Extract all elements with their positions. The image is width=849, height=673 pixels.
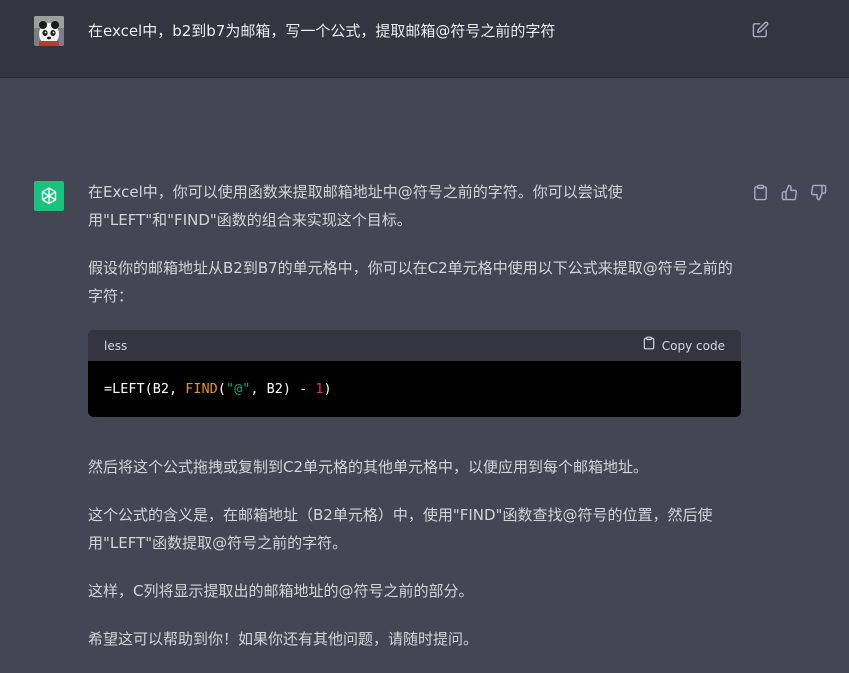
paragraph: 这个公式的含义是，在邮箱地址（B2单元格）中，使用"FIND"函数查找@符号的位…: [88, 506, 713, 552]
code-token-string: "@": [225, 381, 251, 397]
clipboard-icon[interactable]: [752, 184, 769, 201]
assistant-message-row: 在Excel中，你可以使用函数来提取邮箱地址中@符号之前的字符。你可以尝试使用"…: [0, 78, 849, 648]
code-header: less Copy code: [88, 330, 741, 361]
paragraph: 在Excel中，你可以使用函数来提取邮箱地址中@符号之前的字符。你可以尝试使用"…: [88, 183, 623, 229]
message-actions: [752, 184, 827, 201]
user-avatar: [34, 16, 64, 46]
paragraph: 希望这可以帮助到你！如果你还有其他问题，请随时提问。: [88, 630, 479, 648]
paragraph: 这样，C列将显示提取出的邮箱地址的@符号之前的部分。: [88, 582, 474, 600]
thumbs-up-icon[interactable]: [781, 184, 798, 201]
code-content: =LEFT(B2, FIND("@", B2) - 1): [88, 361, 741, 417]
paragraph: 然后将这个公式拖拽或复制到C2单元格的其他单元格中，以便应用到每个邮箱地址。: [88, 458, 649, 476]
code-token-function: FIND: [185, 381, 218, 397]
user-message-row: 在excel中，b2到b7为邮箱，写一个公式，提取邮箱@符号之前的字符: [0, 0, 849, 78]
openai-logo-icon: [34, 181, 64, 211]
copy-code-label: Copy code: [661, 338, 725, 353]
paragraph: 假设你的邮箱地址从B2到B7的单元格中，你可以在C2单元格中使用以下公式来提取@…: [88, 259, 733, 305]
thumbs-down-icon[interactable]: [810, 184, 827, 201]
code-token: =LEFT(B2,: [104, 381, 186, 397]
code-token: , B2) -: [250, 381, 316, 397]
edit-icon[interactable]: [752, 21, 769, 38]
code-token: ): [323, 381, 332, 397]
clipboard-icon: [642, 332, 656, 360]
code-language-label: less: [104, 338, 128, 353]
code-token-number: 1: [315, 381, 324, 397]
code-token: (: [217, 381, 226, 397]
code-block: less Copy code =LEFT(B2, FIND("@", B2) -…: [88, 330, 741, 417]
copy-code-button[interactable]: Copy code: [642, 332, 725, 360]
user-message-text: 在excel中，b2到b7为邮箱，写一个公式，提取邮箱@符号之前的字符: [88, 22, 556, 40]
